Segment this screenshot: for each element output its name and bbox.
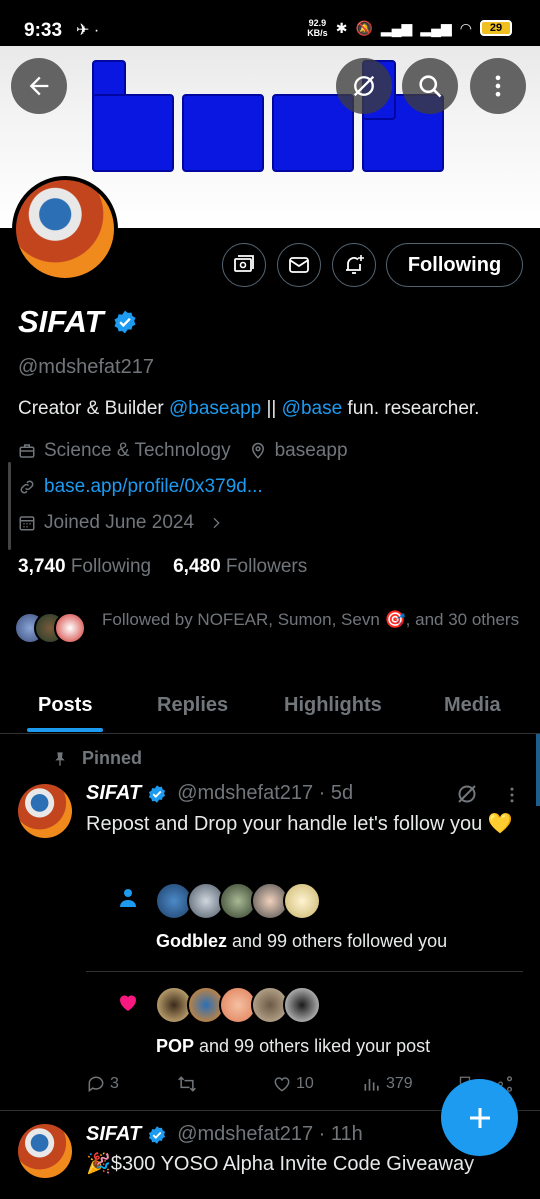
active-tab-indicator [27,728,103,732]
net-speed: 92.9 KB/s [307,18,328,38]
pin-icon [55,751,65,766]
verified-badge-icon [149,1125,166,1144]
profile-name: SIFAT [18,304,104,339]
followed-by-avatars [14,612,86,644]
profile-location: baseapp [274,440,348,461]
grok-icon[interactable] [455,782,479,806]
post-handle-time: @mdshefat217 · 5d [177,782,354,804]
verified-badge-icon [149,784,166,803]
grok-button[interactable] [336,58,392,114]
following-count-link[interactable]: 3,740 Following [18,556,151,578]
profile-avatar[interactable] [12,176,118,282]
post-more-icon[interactable] [502,784,522,806]
notify-button[interactable] [332,243,376,287]
tab-replies[interactable]: Replies [157,694,228,717]
post-author-avatar[interactable] [18,1124,72,1178]
post-text: 🎉$300 YOSO Alpha Invite Code Giveaway [86,1153,475,1175]
post-header: SIFAT @mdshefat217 · 5d [86,782,353,805]
followed-by-text: Followed by NOFEAR, Sumon, Sevn 🎯, and 3… [102,610,520,629]
follower-avatars [155,882,321,920]
envelope-icon [289,257,309,273]
scrollbar[interactable] [8,462,11,550]
wifi-icon: ◠ [459,19,472,36]
profile-meta-row: Science & Technology baseapp [18,440,348,462]
more-vertical-icon [495,75,501,97]
followers-count-link[interactable]: 6,480 Followers [173,556,307,578]
post-author-avatar[interactable] [18,784,72,838]
post-header: SIFAT @mdshefat217 · 11h [86,1123,363,1146]
banner-block [272,94,354,172]
post-author-name[interactable]: SIFAT [86,782,141,805]
profile-website-link[interactable]: base.app/profile/0x379d... [44,476,263,498]
repost-icon [178,1076,196,1092]
more-button[interactable] [470,58,526,114]
followed-by[interactable]: Followed by NOFEAR, Sumon, Sevn 🎯, and 3… [14,608,524,644]
location-pin-icon [251,442,264,459]
scrollbar-right[interactable] [536,734,540,806]
profile-website-row: base.app/profile/0x379d... [18,476,263,498]
like-icon [274,1077,290,1092]
repost-button[interactable] [176,1074,198,1094]
message-button[interactable] [277,243,321,287]
verified-badge-icon[interactable] [112,309,138,335]
notification-icons: ✈ · [76,22,100,39]
plus-icon [469,1107,490,1128]
views-button[interactable]: 379 [362,1074,413,1094]
briefcase-icon [19,444,35,458]
status-time: 9:33 [24,20,63,41]
profile-joined: Joined June 2024 [44,512,195,533]
follow-counts: 3,740 Following 6,480 Followers [18,556,307,578]
heart-icon [120,995,136,1011]
profile-name-row: SIFAT [18,304,138,340]
following-button[interactable]: Following [386,243,523,287]
post-handle-time: @mdshefat217 · 11h [177,1123,363,1145]
compose-post-button[interactable] [441,1079,518,1156]
signal-icon: ▂▄▆ [380,19,413,36]
person-icon [120,889,136,907]
avatar[interactable] [283,986,321,1024]
bluetooth-icon: ✱ [335,19,348,36]
grok-icon [353,75,375,97]
tab-media[interactable]: Media [444,694,501,717]
bell-plus-icon [346,255,364,274]
mute-icon: 🔕 [355,19,373,36]
tab-posts[interactable]: Posts [38,694,92,717]
bio-mention-baseapp[interactable]: @baseapp [169,398,261,419]
reply-button[interactable]: 3 [86,1074,119,1094]
divider [86,971,523,972]
bio-mention-base[interactable]: @base [282,398,343,419]
like-notice-text: POP and 99 others liked your post [156,1036,431,1056]
post-text: Repost and Drop your handle let's follow… [86,813,513,835]
like-button[interactable]: 10 [272,1074,314,1094]
liker-avatars [155,986,321,1024]
reply-icon [88,1076,104,1093]
link-icon [20,480,34,494]
search-icon [419,75,442,98]
search-button[interactable] [402,58,458,114]
tab-highlights[interactable]: Highlights [284,694,382,717]
post-author-name[interactable]: SIFAT [86,1123,141,1146]
banner-block [92,94,174,172]
avatar[interactable] [283,882,321,920]
avatar [54,612,86,644]
battery-icon: 29 [480,20,512,36]
monetization-icon [234,255,254,272]
back-arrow-icon [29,76,49,96]
banner-block [182,94,264,172]
chevron-right-icon [213,517,220,529]
profile-joined-row[interactable]: Joined June 2024 [18,512,224,534]
profile-bio: Creator & Builder @baseapp || @base fun.… [18,398,480,419]
signal-icon-2: ▂▄▆ [420,19,452,36]
status-right: 92.9 KB/s ✱ 🔕 ▂▄▆ ▂▄▆ ◠ 29 [307,18,512,38]
pinned-label: Pinned [52,748,142,769]
profile-category: Science & Technology [44,440,231,461]
profile-handle: @mdshefat217 [18,356,154,378]
views-icon [364,1079,379,1091]
profile-tabs: Posts Replies Highlights Media [0,676,540,734]
follow-notice-text: Godblez and 99 others followed you [156,931,448,951]
calendar-icon [19,516,35,531]
subscribe-button[interactable] [222,243,266,287]
back-button[interactable] [11,58,67,114]
